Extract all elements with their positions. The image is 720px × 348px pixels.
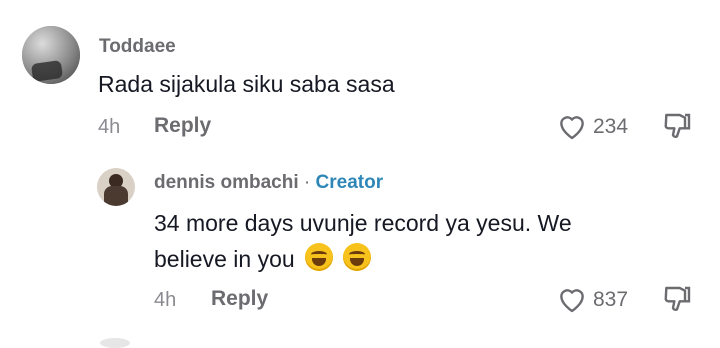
commenter-avatar[interactable] [22,26,80,84]
comment-like-count: 234 [593,115,629,138]
laughing-emoji-icon [305,243,334,271]
creator-avatar[interactable] [97,168,135,206]
heart-icon[interactable] [556,111,588,141]
comment-reply-button[interactable]: Reply [154,114,211,138]
reply-timestamp: 4h [154,289,177,311]
dislike-icon[interactable] [662,111,692,143]
next-comment-avatar [100,338,130,348]
laughing-emoji-icon [343,243,372,271]
comment-timestamp: 4h [98,116,121,138]
comment-text: Rada sijakula siku saba sasa [98,71,395,97]
creator-badge: Creator [315,172,384,193]
reply-text-line-2: believe in you [154,241,572,277]
heart-icon[interactable] [556,284,588,314]
creator-username-line: dennis ombachi · Creator [154,172,383,194]
reply-text-line-1: 34 more days uvunje record ya yesu. We [154,210,572,236]
creator-username[interactable]: dennis ombachi [154,172,299,193]
reply-text-line-2-text: believe in you [154,246,295,272]
separator-dot: · [303,172,311,193]
dislike-icon[interactable] [662,284,692,316]
reply-reply-button[interactable]: Reply [211,287,268,311]
commenter-username[interactable]: Toddaee [99,36,176,58]
reply-text: 34 more days uvunje record ya yesu. We b… [154,205,572,277]
reply-like-count: 837 [593,288,629,311]
